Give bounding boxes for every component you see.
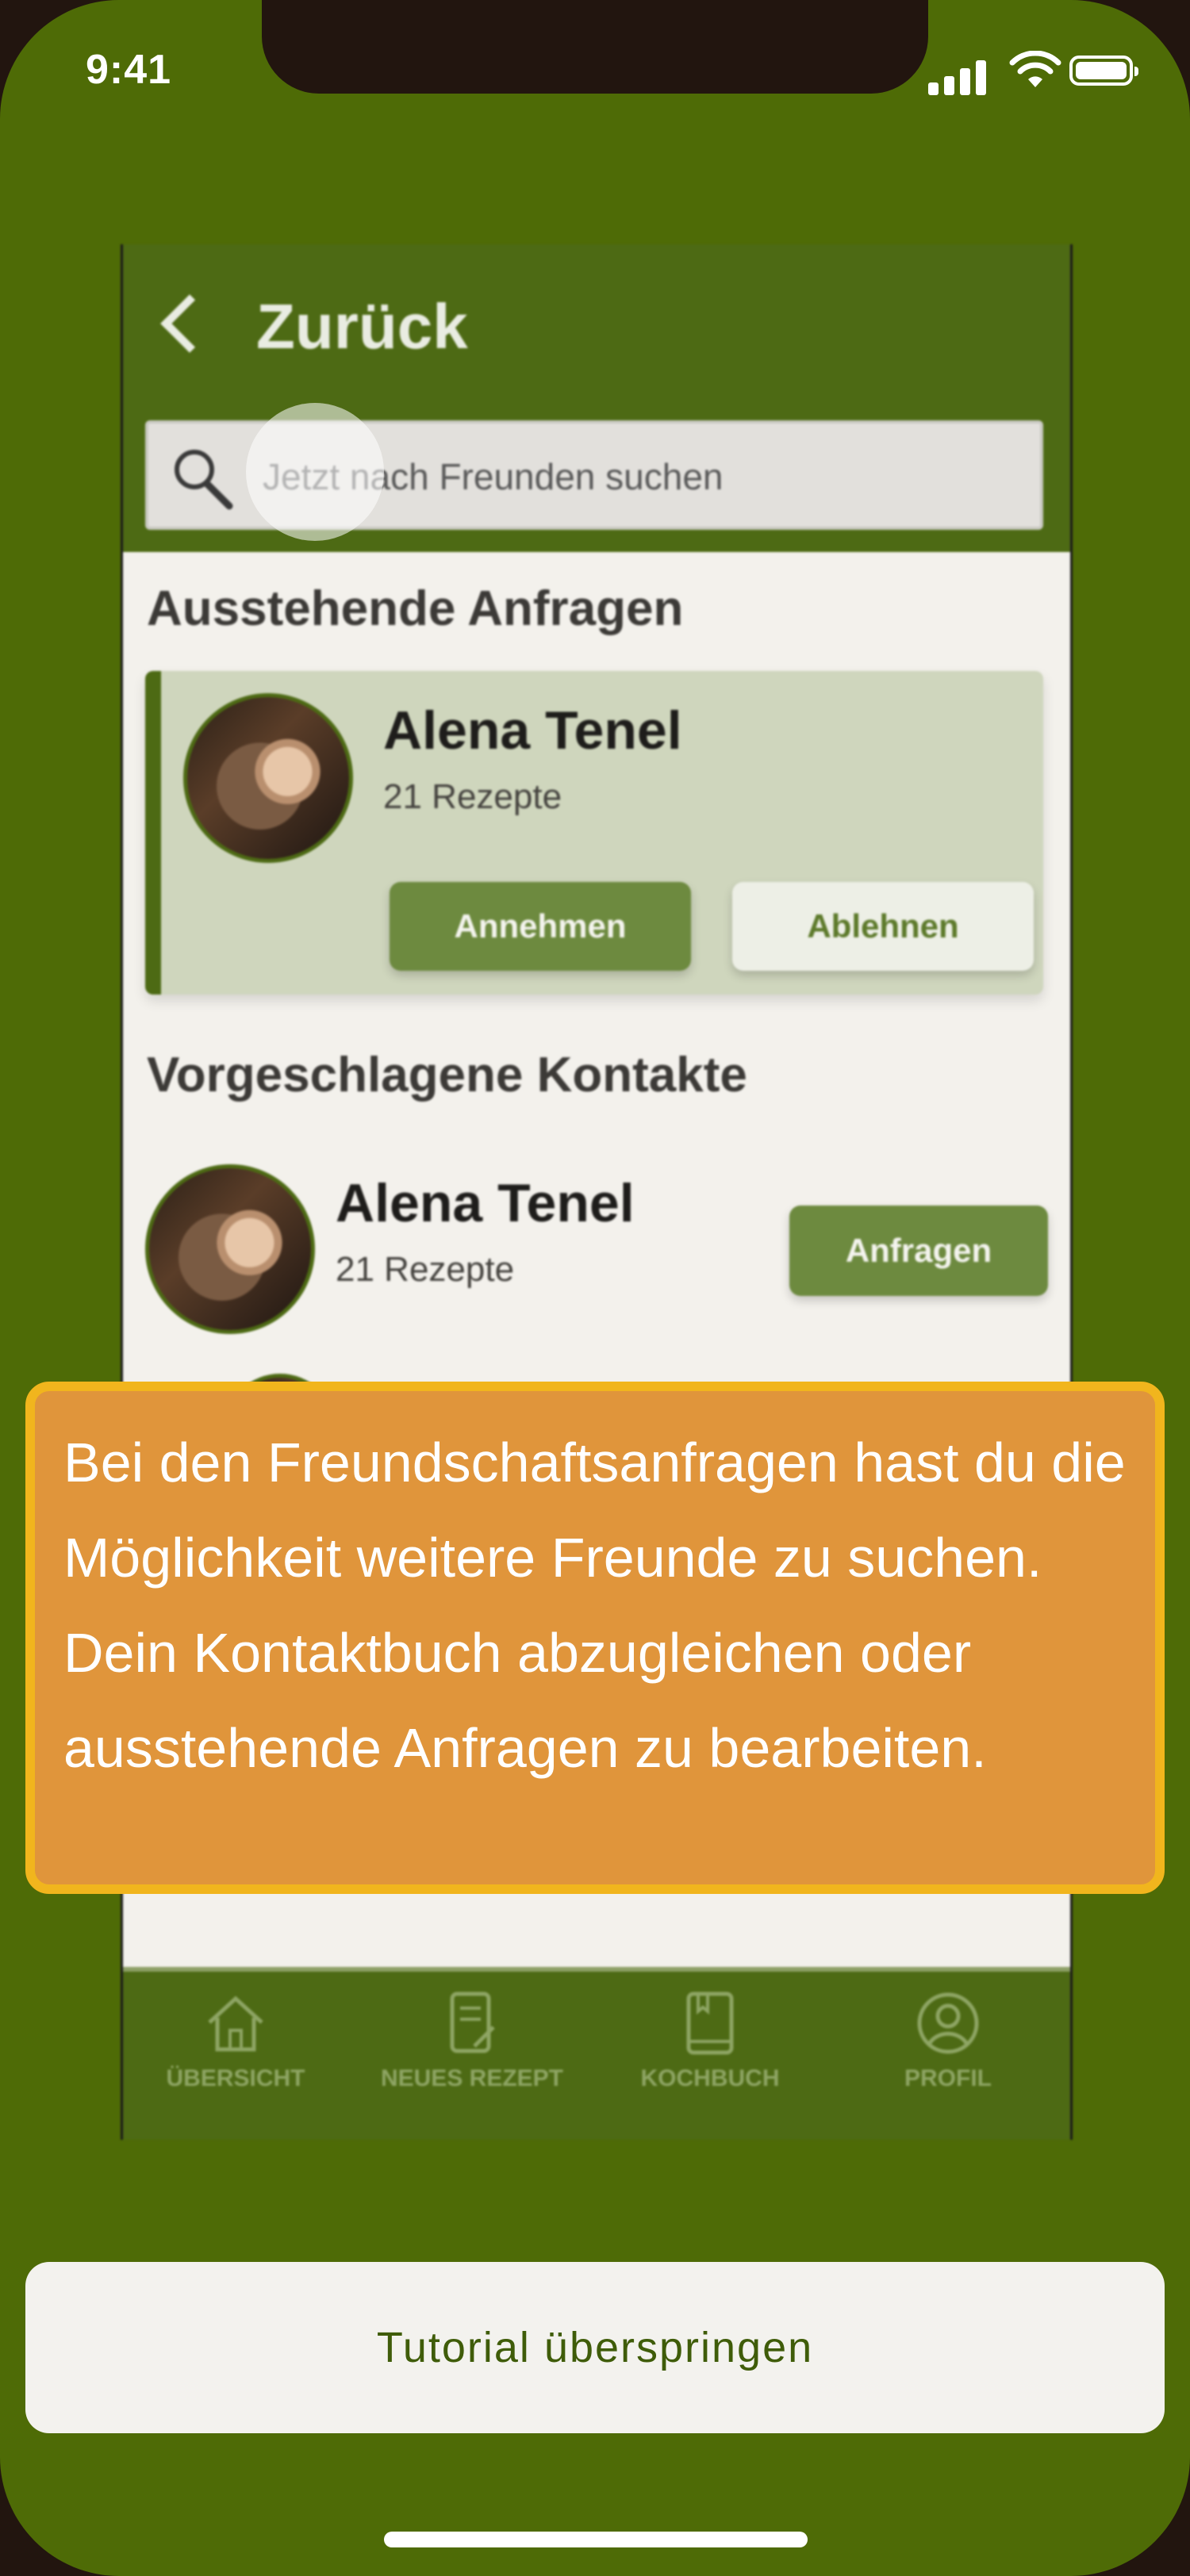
tab-label: ÜBERSICHT	[166, 2065, 305, 2091]
avatar	[145, 1164, 315, 1334]
tab-profile[interactable]: PROFIL	[853, 1988, 1043, 2138]
battery-icon	[1069, 56, 1138, 86]
contact-name: Alena Tenel	[336, 1173, 635, 1233]
status-icons	[928, 51, 1142, 95]
pending-request-card: Alena Tenel 21 Rezepte Annehmen Ablehnen	[145, 671, 1043, 995]
tab-label: NEUES REZEPT	[380, 2065, 564, 2091]
request-name: Alena Tenel	[383, 700, 682, 761]
decline-button[interactable]: Ablehnen	[732, 882, 1034, 971]
tab-new-recipe[interactable]: NEUES REZEPT	[377, 1988, 567, 2138]
contact-recipe-count: 21 Rezepte	[336, 1250, 515, 1289]
status-time: 9:41	[86, 47, 172, 93]
tutorial-tooltip: Bei den Freundschaftsanfragen hast du di…	[25, 1382, 1165, 1894]
recipe-edit-icon	[450, 1991, 495, 2053]
tab-label: KOCHBUCH	[640, 2065, 780, 2091]
device-notch	[262, 0, 928, 94]
tab-overview[interactable]: ÜBERSICHT	[140, 1988, 331, 2138]
suggested-contacts-title: Vorgeschlagene Kontakte	[147, 1048, 747, 1102]
bottom-tab-bar: ÜBERSICHT NEUES REZEPT KOCHBUCH PROFIL	[123, 1967, 1070, 2140]
avatar	[183, 693, 353, 863]
tab-label: PROFIL	[904, 2065, 992, 2091]
home-indicator[interactable]	[384, 2532, 808, 2547]
request-recipe-count: 21 Rezepte	[383, 777, 562, 816]
house-icon	[208, 1995, 263, 2052]
phone-screen: 9:41 Zurück Jetzt nach Freunden suchen A…	[0, 0, 1190, 2576]
search-icon	[175, 450, 233, 510]
back-chevron-icon[interactable]	[160, 294, 219, 353]
profile-icon	[917, 1992, 979, 2054]
pending-requests-title: Ausstehende Anfragen	[147, 581, 684, 636]
back-button[interactable]: Zurück	[256, 290, 468, 363]
send-request-button[interactable]: Anfragen	[789, 1206, 1048, 1296]
wifi-icon	[1009, 51, 1061, 87]
tab-cookbook[interactable]: KOCHBUCH	[615, 1988, 805, 2138]
cookbook-icon	[686, 1991, 734, 2055]
touch-indicator	[246, 403, 384, 541]
skip-tutorial-button[interactable]: Tutorial überspringen	[25, 2262, 1165, 2433]
accept-button[interactable]: Annehmen	[390, 882, 691, 971]
